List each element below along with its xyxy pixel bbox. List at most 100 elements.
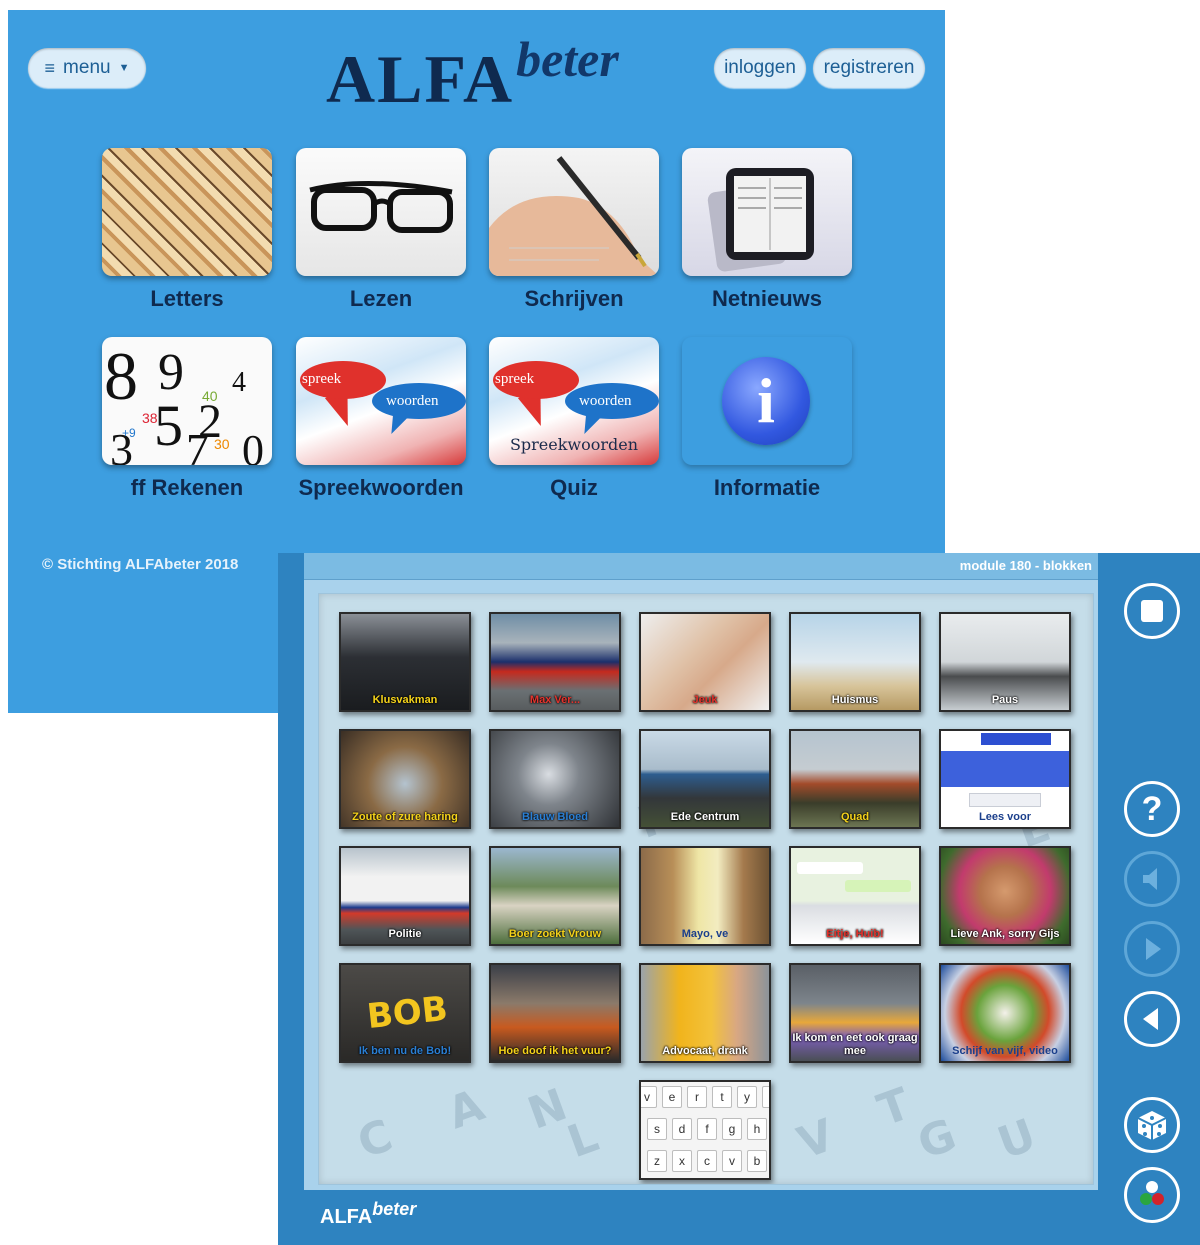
dice-icon (1137, 1111, 1167, 1140)
item-caption: Advocaat, drank (662, 1045, 748, 1057)
module-panel: module 180 - blokken C A N L V T G U P E… (304, 553, 1098, 1245)
item-caption: Ik kom en eet ook graag mee (792, 1032, 918, 1057)
stop-icon (1141, 600, 1163, 622)
item-caption: Lieve Ank, sorry Gijs (950, 928, 1060, 940)
caret-down-icon: ▼ (118, 62, 130, 74)
spreekwoorden-tile[interactable]: spreek woorden (296, 337, 466, 465)
key: g (722, 1118, 742, 1140)
rekenen-label[interactable]: ff Rekenen (77, 475, 297, 501)
item-politie[interactable]: Politie (339, 846, 471, 946)
item-eet-mee[interactable]: Ik kom en eet ook graag mee (789, 963, 921, 1063)
module-title-bar: module 180 - blokken (304, 553, 1098, 580)
hamburger-icon: ≡ (44, 57, 56, 78)
back-arrow-icon (1143, 1008, 1158, 1030)
item-ede-centrum[interactable]: Ede Centrum (639, 729, 771, 829)
background-letter: G (911, 1109, 963, 1170)
lezen-label[interactable]: Lezen (271, 286, 491, 312)
item-paus[interactable]: Paus (939, 612, 1071, 712)
item-vuur[interactable]: Hoe doof ik het vuur? (489, 963, 621, 1063)
item-mayo[interactable]: Mayo, ve (639, 846, 771, 946)
sound-button[interactable] (1124, 851, 1180, 907)
module-footer: ALFAbeter (304, 1190, 1098, 1245)
login-button[interactable]: inloggen (714, 48, 806, 88)
module-grid: C A N L V T G U P E Klusvakman Max Ver..… (318, 593, 1094, 1185)
schrijven-tile[interactable] (489, 148, 659, 276)
letters-label[interactable]: Letters (77, 286, 297, 312)
letters-tile[interactable] (102, 148, 272, 276)
item-haring[interactable]: Zoute of zure haring (339, 729, 471, 829)
bob-keychain-text: BOB (365, 988, 450, 1038)
footer-logo[interactable]: ALFAbeter (320, 1199, 416, 1229)
item-huismus[interactable]: Huismus (789, 612, 921, 712)
item-klusvakman[interactable]: Klusvakman (339, 612, 471, 712)
keyboard-row-1: v e r t y u (641, 1086, 769, 1110)
menu-button[interactable]: ≡ menu ▼ (28, 48, 146, 88)
item-eitje-huib[interactable]: Eitje, Huib! (789, 846, 921, 946)
question-icon: ? (1141, 789, 1163, 828)
item-advocaat[interactable]: Advocaat, drank (639, 963, 771, 1063)
item-jeuk[interactable]: Jeuk (639, 612, 771, 712)
item-boer-zoekt-vrouw[interactable]: Boer zoekt Vrouw (489, 846, 621, 946)
glasses-icon (309, 180, 453, 233)
key: z (647, 1150, 667, 1172)
quiz-label[interactable]: Quiz (464, 475, 684, 501)
item-lieve-ank[interactable]: Lieve Ank, sorry Gijs (939, 846, 1071, 946)
dice-button[interactable] (1124, 1097, 1180, 1153)
item-quad[interactable]: Quad (789, 729, 921, 829)
background-letter: L (561, 1110, 605, 1169)
play-button[interactable] (1124, 921, 1180, 977)
color-button[interactable] (1124, 1167, 1180, 1223)
svg-text:40: 40 (202, 388, 218, 404)
spreekwoorden-label[interactable]: Spreekwoorden (271, 475, 491, 501)
copyright-text: © Stichting ALFAbeter 2018 (42, 556, 239, 573)
item-caption: Jeuk (692, 694, 718, 706)
background-letter: V (791, 1109, 841, 1170)
svg-text:0: 0 (242, 426, 264, 465)
key: c (697, 1150, 717, 1172)
register-button[interactable]: registreren (813, 48, 925, 88)
item-caption: Lees voor (979, 811, 1031, 823)
item-caption: Blauw Bloed (521, 811, 588, 823)
bubble-text-spreek: spreek (302, 371, 342, 387)
help-button[interactable]: ? (1124, 781, 1180, 837)
key: t (712, 1086, 732, 1108)
bubble-text-woorden: woorden (579, 393, 632, 409)
key: e (662, 1086, 682, 1108)
background-letter: U (991, 1109, 1043, 1170)
item-caption: Quad (840, 811, 870, 823)
informatie-tile[interactable]: i (682, 337, 852, 465)
lees-voor-mini-button (969, 793, 1041, 807)
item-caption: Hoe doof ik het vuur? (498, 1045, 612, 1057)
svg-text:38: 38 (142, 410, 158, 426)
menu-label: menu (63, 57, 111, 78)
speaker-icon (1143, 868, 1157, 890)
svg-text:7: 7 (186, 424, 209, 465)
item-blauw-bloed[interactable]: Blauw Bloed (489, 729, 621, 829)
key: s (647, 1118, 667, 1140)
item-bob[interactable]: BOB Ik ben nu de Bob! (339, 963, 471, 1063)
lezen-tile[interactable] (296, 148, 466, 276)
schrijven-label[interactable]: Schrijven (464, 286, 684, 312)
item-caption: Huismus (831, 694, 879, 706)
rekenen-tile[interactable]: 8 9 5 2 3 7 0 4 38 40 30 +9 (102, 337, 272, 465)
netnieuws-label[interactable]: Netnieuws (657, 286, 877, 312)
background-letter: A (441, 1079, 491, 1140)
keyboard-item[interactable]: v e r t y u s d f g h z x c (639, 1080, 771, 1180)
item-schijf-van-vijf[interactable]: Schijf van vijf, video (939, 963, 1071, 1063)
item-lees-voor[interactable]: Lees voor (939, 729, 1071, 829)
footer-logo-alfa: ALFA (320, 1206, 373, 1228)
quiz-subtitle: Spreekwoorden (509, 435, 639, 454)
item-max-ver[interactable]: Max Ver... (489, 612, 621, 712)
keyboard-row-2: s d f g h (647, 1118, 767, 1142)
svg-text:+9: +9 (122, 426, 136, 440)
key: b (747, 1150, 767, 1172)
stop-button[interactable] (1124, 583, 1180, 639)
netnieuws-tile[interactable] (682, 148, 852, 276)
key: v (722, 1150, 742, 1172)
alfabeter-logo[interactable]: ALFAbeter (326, 31, 619, 120)
informatie-label[interactable]: Informatie (657, 475, 877, 501)
footer-logo-beter: beter (372, 1199, 417, 1219)
item-caption: Klusvakman (372, 694, 438, 706)
quiz-tile[interactable]: spreek woorden Spreekwoorden (489, 337, 659, 465)
back-button[interactable] (1124, 991, 1180, 1047)
